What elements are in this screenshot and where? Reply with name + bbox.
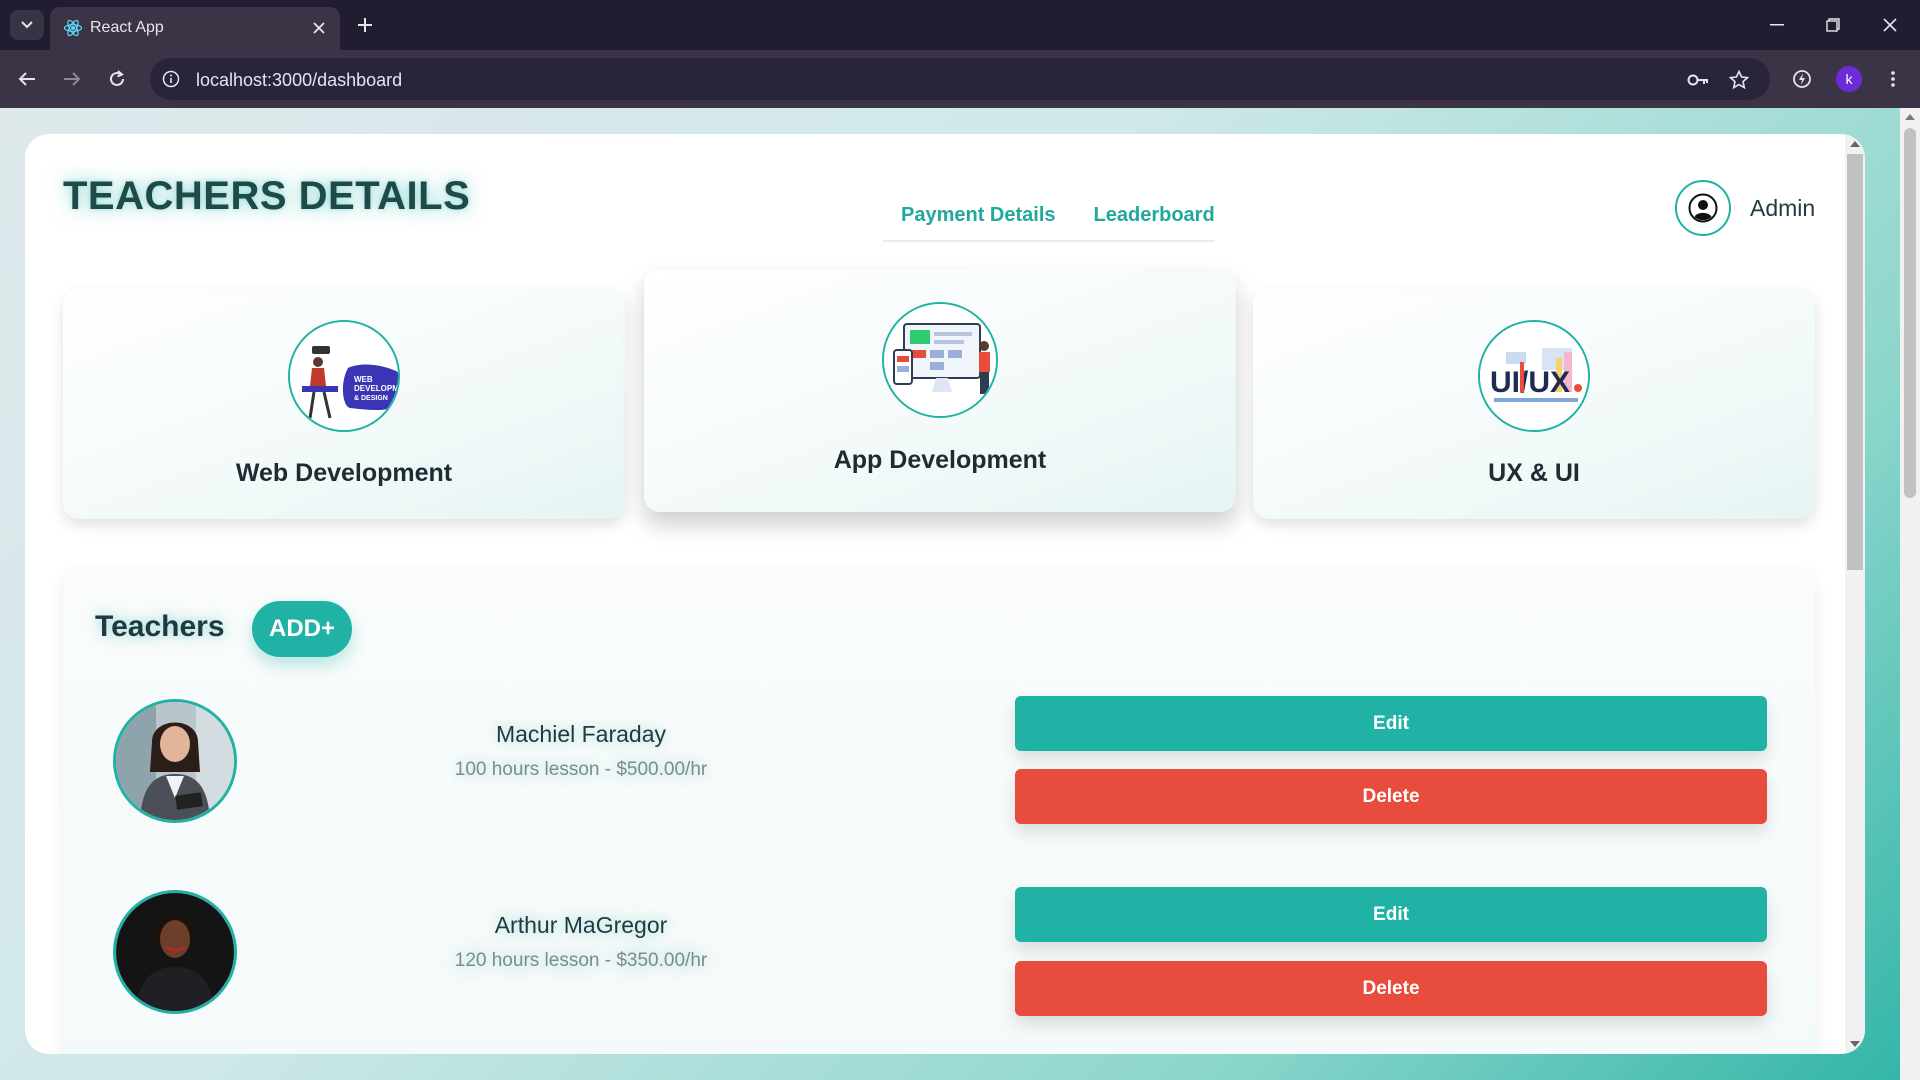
leaderboard-link[interactable]: Leaderboard bbox=[1094, 204, 1215, 240]
course-card-ux-ui[interactable]: UI/UX UX & UI bbox=[1253, 289, 1815, 519]
browser-toolbar: localhost:3000/dashboard k bbox=[0, 50, 1920, 108]
svg-text:& DESIGN: & DESIGN bbox=[354, 395, 388, 402]
tab-close-button[interactable] bbox=[308, 17, 330, 39]
key-icon bbox=[1687, 74, 1708, 86]
reload-button[interactable] bbox=[102, 64, 132, 94]
minimize-button[interactable] bbox=[1759, 10, 1795, 40]
chevron-down-icon bbox=[21, 21, 33, 29]
extension-button[interactable] bbox=[1787, 64, 1817, 94]
course-card-app-development[interactable]: App Development bbox=[644, 270, 1236, 512]
svg-text:WEB: WEB bbox=[354, 375, 373, 384]
app-development-image bbox=[882, 302, 998, 418]
edit-button[interactable]: Edit bbox=[1015, 696, 1767, 751]
ux-ui-illustration-icon: UI/UX bbox=[1480, 322, 1588, 430]
page-viewport: TEACHERS DETAILS Payment Details Leaderb… bbox=[0, 108, 1920, 1080]
dashboard-panel: TEACHERS DETAILS Payment Details Leaderb… bbox=[25, 134, 1865, 1054]
password-key-button[interactable] bbox=[1686, 68, 1710, 92]
svg-text:UI/UX: UI/UX bbox=[1490, 366, 1570, 399]
svg-text:DEVELOPME: DEVELOPME bbox=[354, 384, 400, 393]
new-tab-button[interactable] bbox=[352, 12, 378, 38]
course-label: App Development bbox=[833, 446, 1047, 474]
teachers-section: Teachers ADD+ Machiel Faraday 100 hours … bbox=[63, 568, 1815, 1054]
close-icon bbox=[1883, 18, 1897, 32]
teacher-avatar bbox=[113, 890, 237, 1014]
top-nav: Payment Details Leaderboard bbox=[883, 194, 1215, 242]
url-text: localhost:3000/dashboard bbox=[196, 70, 403, 90]
browser-tab-bar: React App bbox=[0, 0, 1920, 50]
reload-icon bbox=[110, 70, 124, 86]
teacher-details: 100 hours lesson - $500.00/hr bbox=[454, 759, 708, 780]
star-icon bbox=[1729, 70, 1749, 90]
restore-button[interactable] bbox=[1815, 10, 1851, 40]
minimize-icon bbox=[1770, 24, 1784, 26]
admin-label: Admin bbox=[1750, 195, 1816, 221]
address-bar[interactable]: localhost:3000/dashboard bbox=[150, 58, 1770, 100]
panel-scrollbar[interactable] bbox=[1845, 134, 1865, 1054]
browser-menu-button[interactable] bbox=[1878, 64, 1908, 94]
course-card-web-development[interactable]: WEB DEVELOPME & DESIGN Web Development bbox=[63, 289, 625, 519]
scroll-up-arrow-icon[interactable] bbox=[1905, 114, 1915, 120]
tab-title: React App bbox=[90, 19, 164, 36]
forward-button[interactable] bbox=[57, 64, 87, 94]
arrow-right-icon bbox=[64, 72, 81, 86]
ux-ui-image: UI/UX bbox=[1478, 320, 1590, 432]
teacher-details: 120 hours lesson - $350.00/hr bbox=[454, 950, 708, 971]
page-scroll-thumb[interactable] bbox=[1904, 128, 1916, 498]
arrow-left-icon bbox=[18, 72, 35, 86]
app-development-illustration-icon bbox=[884, 304, 996, 416]
site-info-button[interactable] bbox=[160, 68, 182, 90]
teacher-name: Machiel Faraday bbox=[495, 721, 667, 747]
web-development-image: WEB DEVELOPME & DESIGN bbox=[288, 320, 400, 432]
teachers-heading: Teachers bbox=[95, 610, 225, 643]
more-vertical-icon bbox=[1891, 71, 1895, 87]
course-label: Web Development bbox=[235, 459, 453, 487]
panel-scroll-thumb[interactable] bbox=[1847, 154, 1863, 570]
user-circle-icon bbox=[1688, 193, 1718, 223]
close-window-button[interactable] bbox=[1872, 10, 1908, 40]
browser-tab-active[interactable]: React App bbox=[50, 7, 340, 50]
restore-icon bbox=[1826, 18, 1840, 32]
teacher-photo-icon bbox=[116, 702, 234, 820]
tab-search-button[interactable] bbox=[10, 10, 44, 40]
web-development-illustration-icon: WEB DEVELOPME & DESIGN bbox=[290, 322, 400, 430]
course-label: UX & UI bbox=[1488, 459, 1580, 487]
profile-avatar[interactable]: k bbox=[1836, 66, 1862, 92]
payment-details-link[interactable]: Payment Details bbox=[901, 204, 1056, 240]
back-button[interactable] bbox=[12, 64, 42, 94]
page-title: TEACHERS DETAILS bbox=[63, 174, 471, 218]
react-logo-icon bbox=[63, 19, 83, 37]
delete-button[interactable]: Delete bbox=[1015, 961, 1767, 1016]
edit-button[interactable]: Edit bbox=[1015, 887, 1767, 942]
scroll-down-arrow-icon[interactable] bbox=[1850, 1041, 1860, 1047]
scroll-up-arrow-icon[interactable] bbox=[1850, 141, 1860, 147]
extension-icon bbox=[1793, 70, 1811, 88]
teacher-row: Arthur MaGregor 120 hours lesson - $350.… bbox=[63, 887, 1815, 1030]
info-icon bbox=[162, 70, 180, 88]
teacher-photo-icon bbox=[116, 893, 234, 1011]
plus-icon bbox=[358, 18, 372, 32]
teacher-avatar bbox=[113, 699, 237, 823]
bookmark-button[interactable] bbox=[1727, 68, 1751, 92]
page-scrollbar[interactable] bbox=[1900, 108, 1920, 1080]
add-teacher-button[interactable]: ADD+ bbox=[252, 601, 352, 657]
delete-button[interactable]: Delete bbox=[1015, 769, 1767, 824]
teacher-row: Machiel Faraday 100 hours lesson - $500.… bbox=[63, 696, 1815, 839]
admin-avatar[interactable] bbox=[1675, 180, 1731, 236]
teacher-name: Arthur MaGregor bbox=[494, 912, 668, 938]
close-icon bbox=[313, 22, 325, 34]
